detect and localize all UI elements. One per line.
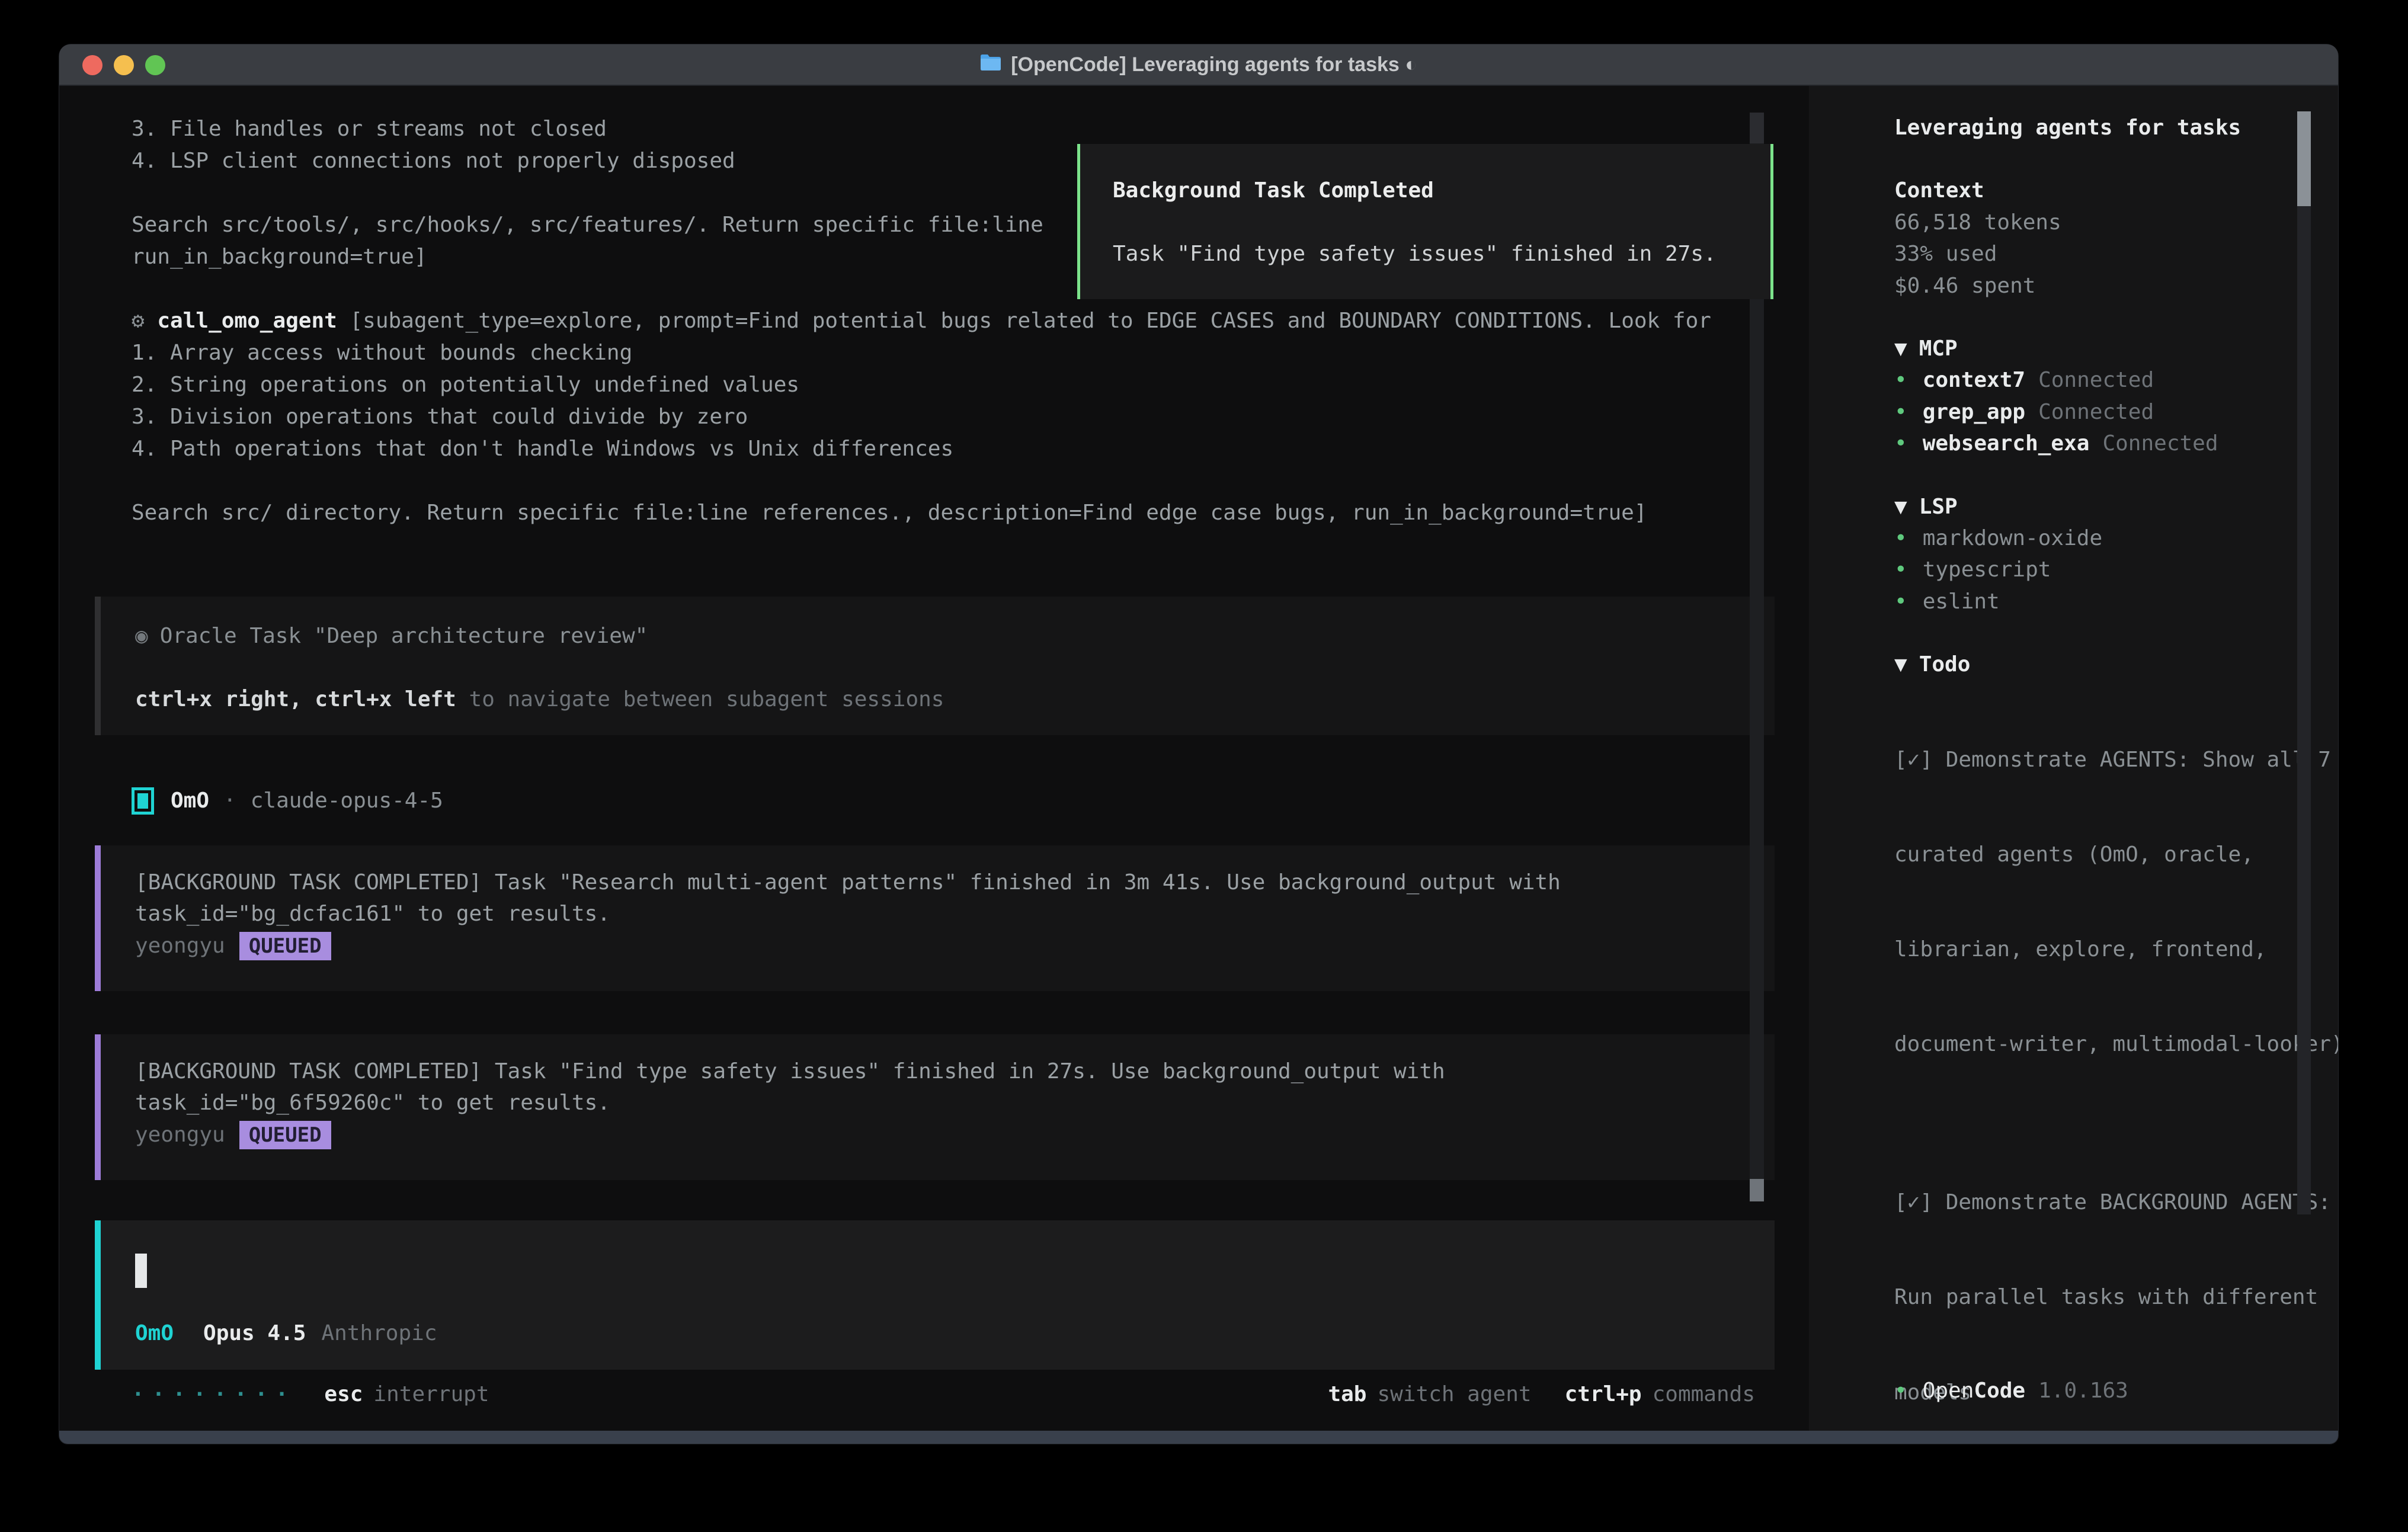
mcp-item: •grep_appConnected	[1894, 396, 2338, 428]
tool-call-line: ⚙ call_omo_agent [subagent_type=explore,…	[95, 305, 1775, 337]
tab-key-label: switch agent	[1377, 1379, 1531, 1411]
window-title: [OpenCode] Leveraging agents for tasks ◐	[1011, 53, 1417, 76]
queued-badge: QUEUED	[239, 1121, 331, 1149]
background-task-message: [BACKGROUND TASK COMPLETED] Task "Resear…	[95, 845, 1775, 991]
mcp-item: •context7Connected	[1894, 364, 2338, 396]
lsp-item: •markdown-oxide	[1894, 523, 2338, 554]
message-line: [BACKGROUND TASK COMPLETED] Task "Resear…	[135, 867, 1775, 898]
lsp-item: •eslint	[1894, 586, 2338, 617]
spinner-dots: ········	[132, 1379, 296, 1411]
session-title: Leveraging agents for tasks	[1894, 112, 2338, 143]
window-bottom-edge	[59, 1431, 2338, 1444]
mcp-section-header[interactable]: ▼MCP	[1894, 333, 2338, 364]
omo-agent-icon	[132, 787, 154, 815]
message-user: yeongyu	[135, 1123, 225, 1147]
status-dot-icon: •	[1894, 586, 1907, 617]
folder-icon	[980, 53, 1001, 76]
message-line: task_id="bg_6f59260c" to get results.	[135, 1087, 1775, 1118]
input-provider: Anthropic	[321, 1318, 437, 1349]
context-spent: $0.46 spent	[1894, 270, 2338, 302]
tool-call-body: 3. Division operations that could divide…	[95, 401, 1775, 433]
window-title-wrap: [OpenCode] Leveraging agents for tasks ◐	[980, 53, 1417, 76]
todo-section-header[interactable]: ▼Todo	[1894, 649, 2338, 680]
tool-call-name: call_omo_agent	[157, 309, 337, 333]
message-meta: yeongyu QUEUED	[135, 930, 1775, 961]
oracle-task-card[interactable]: ◉Oracle Task "Deep architecture review" …	[95, 597, 1775, 735]
agent-model: claude-opus-4-5	[251, 789, 443, 813]
ctrlp-key-label: commands	[1653, 1379, 1755, 1411]
chat-pane: 3. File handles or streams not closed 4.…	[59, 86, 1809, 1431]
chevron-down-icon: ▼	[1894, 336, 1907, 361]
toast-title: Background Task Completed	[1113, 175, 1770, 206]
prompt-input[interactable]: OmO Opus 4.5 Anthropic	[95, 1220, 1775, 1370]
input-agent-name[interactable]: OmO	[135, 1318, 174, 1349]
context-used: 33% used	[1894, 238, 2338, 270]
opencode-version: • OpenCode 1.0.163	[1894, 1379, 2128, 1403]
message-line: task_id="bg_dcfac161" to get results.	[135, 898, 1775, 930]
toast-body: Task "Find type safety issues" finished …	[1113, 238, 1770, 270]
chat-scrollbar-cap	[1750, 113, 1764, 143]
message-meta: yeongyu QUEUED	[135, 1119, 1775, 1150]
status-dot-icon: •	[1894, 523, 1907, 554]
todo-item: [✓] Demonstrate AGENTS: Show all 7 curat…	[1894, 681, 2338, 1124]
separator-dot: ·	[223, 789, 236, 813]
ctrlp-key-hint: ctrl+p	[1565, 1379, 1642, 1411]
agent-name: OmO	[171, 789, 209, 813]
message-user: yeongyu	[135, 934, 225, 958]
terminal-window: [OpenCode] Leveraging agents for tasks ◐…	[59, 44, 2338, 1444]
context-heading: Context	[1894, 175, 2338, 206]
subagent-nav-hint: ctrl+x right, ctrl+x left to navigate be…	[135, 684, 1775, 715]
sidebar-scrollbar-track[interactable]	[2297, 111, 2311, 1214]
queued-badge: QUEUED	[239, 932, 331, 960]
oracle-task-title-line: ◉ Oracle Task "Deep architecture review"	[135, 620, 1775, 652]
tool-call-body: 4. Path operations that don't handle Win…	[95, 433, 1775, 465]
status-dot-icon: •	[1894, 554, 1907, 585]
background-task-toast: Background Task Completed Task "Find typ…	[1077, 144, 1773, 299]
scrollback-line: 3. File handles or streams not closed	[95, 113, 1775, 145]
message-line: [BACKGROUND TASK COMPLETED] Task "Find t…	[135, 1056, 1775, 1087]
record-circle-icon: ◉	[135, 624, 148, 648]
context-tokens: 66,518 tokens	[1894, 207, 2338, 238]
close-button[interactable]	[82, 55, 103, 75]
lsp-section-header[interactable]: ▼LSP	[1894, 491, 2338, 523]
lsp-item: •typescript	[1894, 554, 2338, 585]
input-model[interactable]: Opus 4.5	[203, 1318, 306, 1349]
tool-call-body: Search src/ directory. Return specific f…	[95, 497, 1775, 529]
traffic-lights	[82, 55, 165, 75]
status-dot-icon: •	[1894, 1379, 1907, 1403]
tool-call-args: [subagent_type=explore, prompt=Find pote…	[337, 309, 1711, 333]
tool-call-body: 1. Array access without bounds checking	[95, 337, 1775, 369]
chevron-down-icon: ▼	[1894, 652, 1907, 677]
esc-key-label: interrupt	[373, 1379, 489, 1411]
text-cursor	[135, 1254, 147, 1288]
gear-icon: ⚙	[132, 309, 145, 333]
tab-key-hint: tab	[1328, 1379, 1366, 1411]
status-dot-icon: •	[1894, 364, 1907, 396]
esc-key-hint: esc	[324, 1379, 363, 1411]
mcp-item: •websearch_exaConnected	[1894, 428, 2338, 459]
oracle-task-title: Oracle Task "Deep architecture review"	[160, 624, 648, 648]
agent-header: OmO · claude-opus-4-5	[95, 787, 1775, 815]
terminal-content: 3. File handles or streams not closed 4.…	[59, 86, 2338, 1431]
tool-call-body: 2. String operations on potentially unde…	[95, 369, 1775, 401]
background-task-message: [BACKGROUND TASK COMPLETED] Task "Find t…	[95, 1034, 1775, 1180]
status-bar: ········ esc interrupt tab switch agent c…	[132, 1379, 1755, 1411]
session-sidebar: Leveraging agents for tasks Context 66,5…	[1809, 86, 2338, 1431]
status-dot-icon: •	[1894, 396, 1907, 428]
sidebar-scrollbar-thumb[interactable]	[2297, 111, 2311, 206]
status-dot-icon: •	[1894, 428, 1907, 459]
zoom-button[interactable]	[145, 55, 165, 75]
input-agent-line: OmO Opus 4.5 Anthropic	[135, 1318, 1775, 1349]
titlebar[interactable]: [OpenCode] Leveraging agents for tasks ◐	[59, 44, 2338, 86]
chat-scrollbar-thumb[interactable]	[1750, 1179, 1764, 1201]
minimize-button[interactable]	[114, 55, 134, 75]
chevron-down-icon: ▼	[1894, 495, 1907, 519]
